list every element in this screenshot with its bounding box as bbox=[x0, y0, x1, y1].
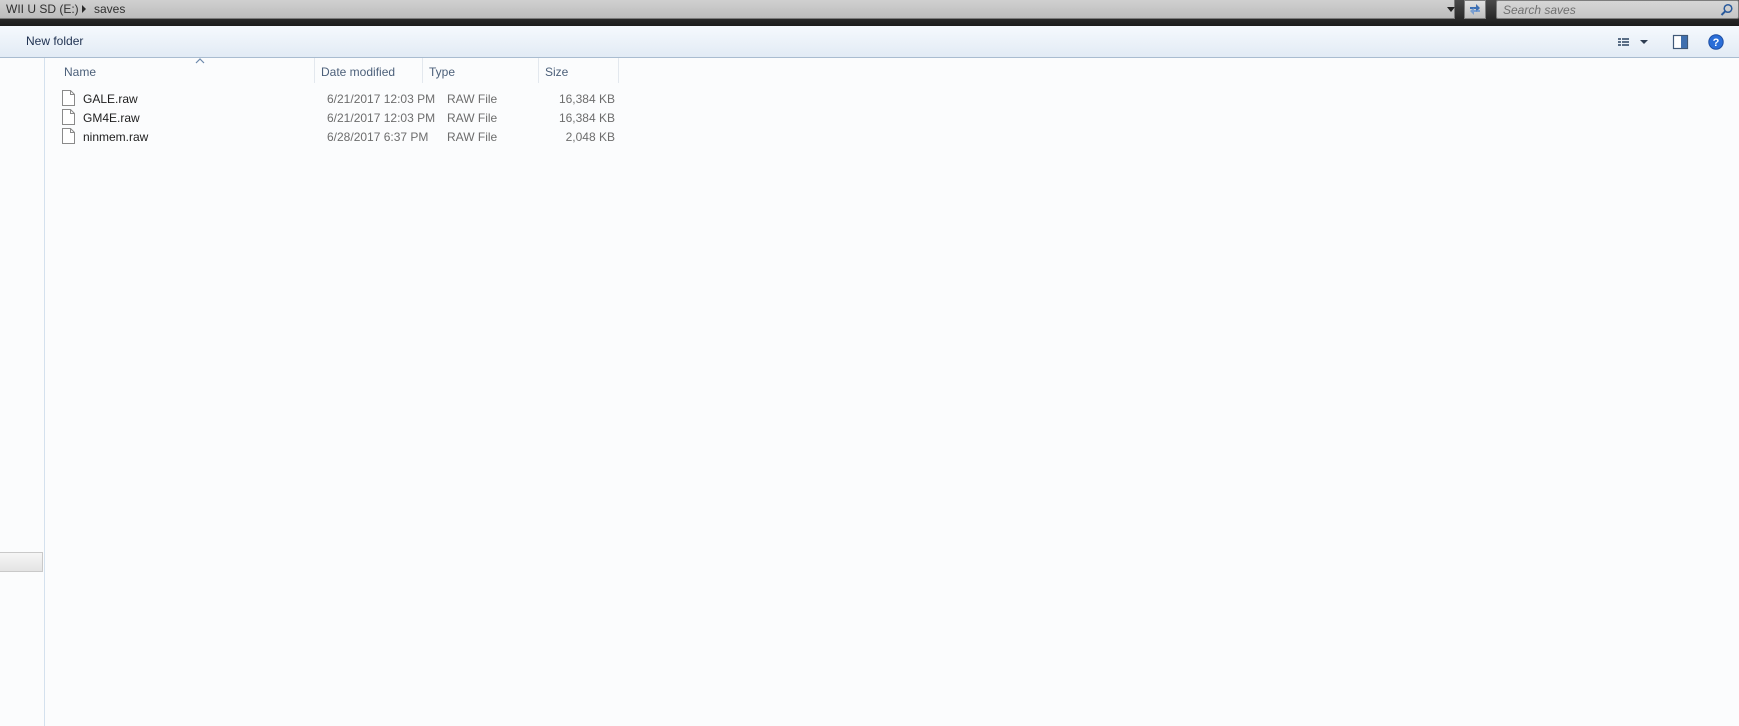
file-size: 2,048 KB bbox=[565, 130, 615, 144]
navigation-pane bbox=[0, 58, 45, 726]
table-row[interactable]: GM4E.raw 6/21/2017 12:03 PM RAW File 16,… bbox=[58, 108, 632, 127]
address-region: WII U SD (E:) saves bbox=[0, 0, 1739, 26]
sort-ascending-icon bbox=[195, 58, 205, 64]
address-history-dropdown-icon[interactable] bbox=[1444, 2, 1458, 16]
file-type: RAW File bbox=[447, 130, 498, 144]
file-date-modified: 6/21/2017 12:03 PM bbox=[327, 92, 436, 106]
column-header-date-modified[interactable]: Date modified bbox=[315, 58, 423, 83]
file-date-modified: 6/28/2017 6:37 PM bbox=[327, 130, 429, 144]
search-box[interactable] bbox=[1496, 0, 1739, 19]
view-options-dropdown-icon[interactable] bbox=[1638, 32, 1650, 52]
file-name: ninmem.raw bbox=[83, 130, 149, 144]
help-button[interactable]: ? bbox=[1705, 32, 1727, 52]
file-size: 16,384 KB bbox=[558, 111, 615, 125]
column-header-size[interactable]: Size bbox=[539, 58, 619, 83]
address-bar[interactable]: WII U SD (E:) saves bbox=[0, 0, 1455, 19]
help-icon: ? bbox=[1708, 34, 1724, 50]
search-input[interactable] bbox=[1503, 2, 1713, 17]
change-view-button[interactable] bbox=[1612, 32, 1654, 52]
file-icon bbox=[62, 90, 75, 106]
file-size: 16,384 KB bbox=[558, 92, 615, 106]
file-icon bbox=[62, 128, 75, 144]
refresh-button[interactable] bbox=[1464, 0, 1486, 19]
svg-text:?: ? bbox=[1713, 37, 1720, 49]
column-header-date-modified-label: Date modified bbox=[321, 65, 396, 79]
file-icon bbox=[62, 109, 75, 125]
new-folder-button[interactable]: New folder bbox=[20, 33, 89, 49]
preview-pane-icon bbox=[1672, 34, 1689, 50]
preview-pane-button[interactable] bbox=[1669, 32, 1691, 52]
navigation-pane-scrollbar-thumb[interactable] bbox=[0, 552, 43, 572]
breadcrumb-separator-icon[interactable] bbox=[82, 5, 86, 13]
breadcrumb-drive[interactable]: WII U SD (E:) bbox=[6, 2, 79, 16]
column-header-type[interactable]: Type bbox=[423, 58, 539, 83]
column-header-type-label: Type bbox=[429, 65, 456, 79]
file-name: GALE.raw bbox=[83, 92, 138, 106]
file-type: RAW File bbox=[447, 111, 498, 125]
refresh-icon bbox=[1470, 4, 1480, 15]
column-header-size-label: Size bbox=[545, 65, 569, 79]
file-list: Name Date modified Type Size GALE.raw 6/… bbox=[46, 58, 1739, 726]
file-name: GM4E.raw bbox=[83, 111, 140, 125]
column-header-name[interactable]: Name bbox=[58, 58, 315, 83]
file-type: RAW File bbox=[447, 92, 498, 106]
command-bar: New folder ? bbox=[0, 26, 1739, 58]
column-header-name-label: Name bbox=[64, 65, 97, 79]
table-row[interactable]: GALE.raw 6/21/2017 12:03 PM RAW File 16,… bbox=[58, 89, 632, 108]
search-icon[interactable] bbox=[1720, 3, 1734, 17]
table-row[interactable]: ninmem.raw 6/28/2017 6:37 PM RAW File 2,… bbox=[58, 127, 632, 146]
breadcrumb-folder[interactable]: saves bbox=[94, 2, 125, 16]
file-date-modified: 6/21/2017 12:03 PM bbox=[327, 111, 436, 125]
